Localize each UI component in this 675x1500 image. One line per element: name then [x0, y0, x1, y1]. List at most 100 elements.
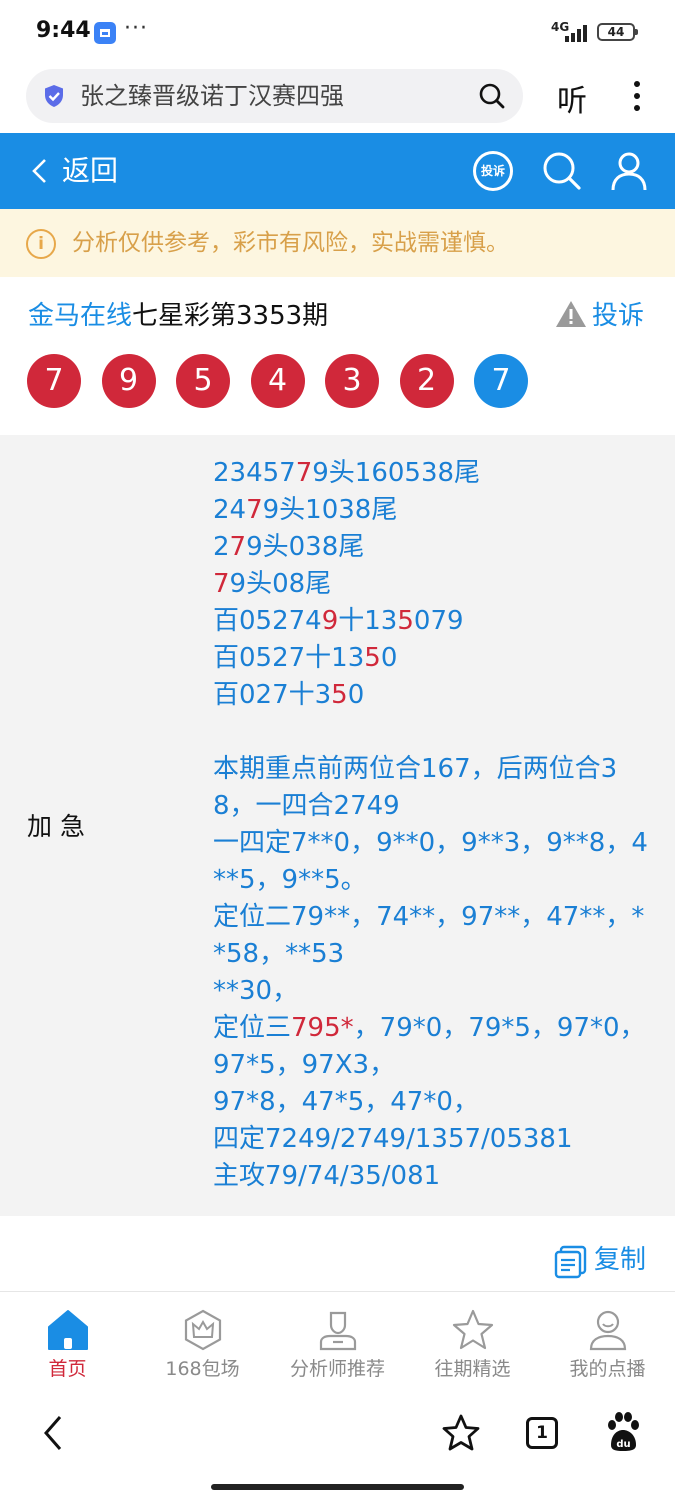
battery-icon: 44	[597, 23, 638, 41]
nav-168[interactable]: 168包场	[135, 1292, 270, 1392]
highlighted-digit: 5	[364, 643, 381, 673]
line-text: 8，一四合2749	[213, 791, 400, 821]
analysis-line: 97*5，97X3，	[213, 1047, 653, 1084]
complain-button[interactable]: 投诉	[592, 296, 644, 336]
nav-analyst[interactable]: 分析师推荐	[270, 1292, 405, 1392]
analysis-content: 2345779头160538尾 2479头1038尾 279头038尾 79头08尾百…	[213, 455, 653, 1195]
result-ball: 5	[176, 354, 230, 408]
complain-icon[interactable]: 投诉	[473, 151, 513, 191]
analysis-line: 279头038尾	[213, 529, 653, 566]
status-time: 9:44	[36, 18, 91, 43]
analysis-line: 百0527十1350	[213, 640, 653, 677]
line-text: **30，	[213, 976, 299, 1006]
highlighted-digit: 795*	[291, 1013, 354, 1043]
site-name[interactable]: 金马在线	[28, 301, 132, 331]
line-text: 十13	[338, 606, 398, 636]
analysis-line: 四定7249/2749/1357/05381	[213, 1121, 653, 1158]
warning-icon[interactable]	[555, 300, 587, 328]
nav-past[interactable]: 往期精选	[405, 1292, 540, 1392]
panel-label: 加急	[27, 812, 94, 841]
browser-toolbar: 1 du	[0, 1391, 675, 1500]
line-text: 97*5，97X3，	[213, 1050, 396, 1080]
page-title: 金马在线七星彩第3353期	[28, 296, 328, 336]
line-text: 本期重点前两位合167，后两位合3	[213, 754, 618, 784]
line-text: 定位二79**，74**，97**，47**，*	[213, 902, 645, 932]
profile-icon	[589, 1310, 627, 1351]
search-icon[interactable]	[541, 150, 583, 192]
copy-button[interactable]: 复制	[594, 1242, 646, 1278]
line-text: 0	[347, 680, 365, 710]
nav-label: 168包场	[165, 1358, 240, 1380]
analysis-line: *58，**53	[213, 936, 653, 973]
result-ball: 3	[325, 354, 379, 408]
analysis-line: 8，一四合2749	[213, 788, 653, 825]
line-text: 定位三	[213, 1013, 292, 1043]
line-text: 一四定7**0，9**0，9**3，9**8，4	[213, 828, 648, 858]
result-ball: 4	[250, 354, 305, 408]
line-text: 9头038尾	[246, 532, 365, 562]
home-icon	[48, 1310, 88, 1350]
analysis-line: 97*8，47*5，47*0，	[213, 1084, 653, 1121]
bookmark-star-icon[interactable]	[441, 1413, 481, 1453]
analysis-line: 79头08尾	[213, 566, 653, 603]
star-icon	[452, 1309, 494, 1350]
analysis-line	[213, 714, 653, 751]
page-header: 返回 投诉	[0, 133, 675, 209]
highlighted-digit: 7	[213, 569, 230, 599]
browser-search-box[interactable]: 张之臻晋级诺丁汉赛四强	[26, 69, 523, 123]
result-ball: 7	[27, 354, 81, 408]
nav-label: 分析师推荐	[289, 1358, 385, 1380]
analysis-line: 一四定7**0，9**0，9**3，9**8，4	[213, 825, 653, 862]
nav-label: 首页	[48, 1358, 87, 1380]
line-text: 2	[213, 532, 230, 562]
search-icon[interactable]	[478, 82, 506, 110]
risk-notice: i 分析仅供参考，彩市有风险，实战需谨慎。	[0, 209, 675, 277]
highlighted-digit: 5	[331, 680, 348, 710]
line-text: 9头160538尾	[312, 458, 481, 488]
bottom-nav: 首页 168包场 分析师推荐 往期精选 我的点播	[0, 1291, 675, 1392]
listen-button[interactable]: 听	[557, 76, 587, 120]
copy-icon[interactable]	[554, 1245, 588, 1279]
analysis-line: **5，9**5。	[213, 862, 653, 899]
user-icon[interactable]	[609, 150, 649, 192]
baidu-paw-icon[interactable]: du	[603, 1411, 643, 1453]
svg-text:du: du	[616, 1439, 630, 1450]
line-text: 百0527十13	[213, 643, 365, 673]
back-button[interactable]: 返回	[62, 152, 118, 190]
analysis-line: 本期重点前两位合167，后两位合3	[213, 751, 653, 788]
line-text: 23457	[213, 458, 296, 488]
shield-icon	[45, 85, 63, 107]
result-ball: 7	[474, 354, 528, 408]
chevron-left-icon[interactable]	[28, 157, 52, 185]
crown-hexagon-icon	[184, 1309, 222, 1351]
line-text: 9头08尾	[229, 569, 332, 599]
highlighted-digit: 7	[295, 458, 313, 488]
analyst-icon	[319, 1311, 357, 1351]
home-indicator[interactable]	[211, 1484, 464, 1490]
analysis-line: 2345779头160538尾	[213, 455, 653, 492]
line-text: 四定7249/2749/1357/05381	[213, 1124, 573, 1154]
line-text: 9头1038尾	[262, 495, 398, 525]
line-text: 97*8，47*5，47*0，	[213, 1087, 479, 1117]
analysis-line: 2479头1038尾	[213, 492, 653, 529]
highlighted-digit: 7	[246, 495, 263, 525]
line-text: 079	[413, 606, 464, 636]
nav-label: 往期精选	[434, 1358, 511, 1380]
line-text: 百05274	[213, 606, 322, 636]
tabs-button[interactable]: 1	[526, 1417, 558, 1449]
info-icon: i	[26, 229, 56, 259]
line-text: 百027十3	[213, 680, 332, 710]
line-text: 24	[213, 495, 247, 525]
status-bar: 9:44 ··· 4G 44	[0, 0, 675, 64]
nav-label: 我的点播	[569, 1358, 646, 1380]
issue-title-text: 七星彩第3353期	[132, 301, 329, 331]
more-vertical-icon[interactable]	[622, 78, 652, 114]
back-icon[interactable]	[38, 1413, 68, 1453]
analysis-line: **30，	[213, 973, 653, 1010]
analysis-line: 定位三795*，79*0，79*5，97*0，	[213, 1010, 653, 1047]
nav-home[interactable]: 首页	[0, 1292, 135, 1392]
browser-search-text: 张之臻晋级诺丁汉赛四强	[80, 82, 344, 110]
nav-my[interactable]: 我的点播	[540, 1292, 675, 1392]
analysis-line: 百027十350	[213, 677, 653, 714]
line-text: 主攻79/74/35/081	[213, 1161, 441, 1191]
